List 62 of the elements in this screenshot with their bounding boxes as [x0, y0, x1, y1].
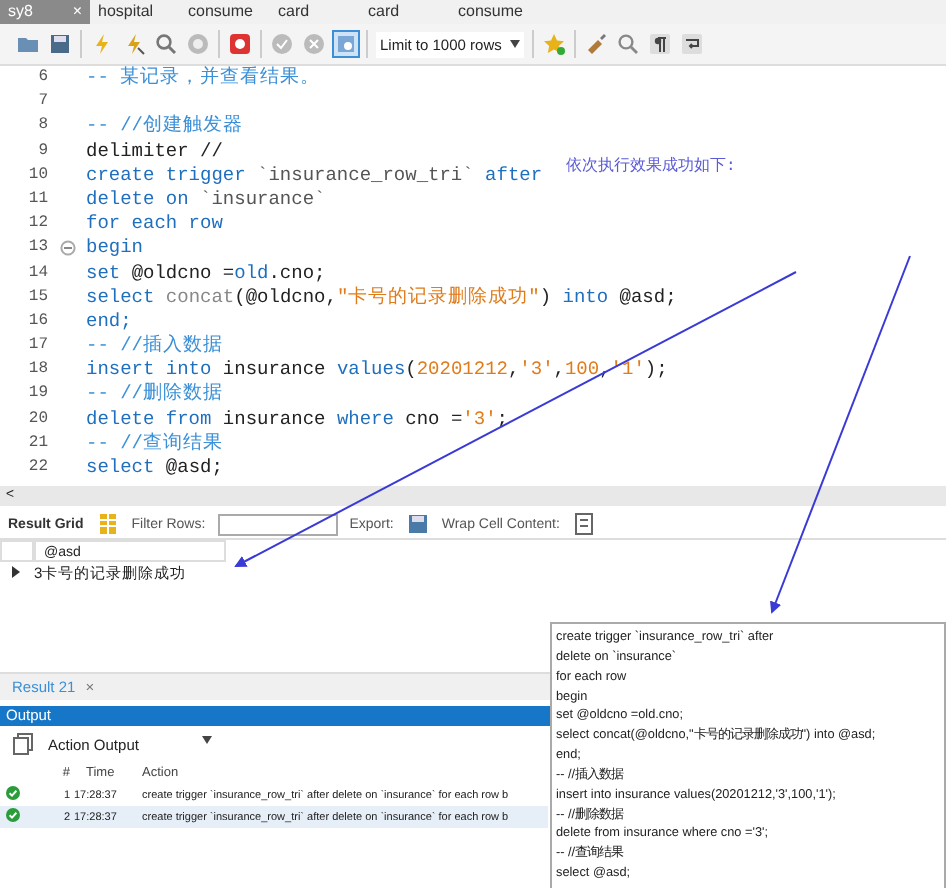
code-line: select concat(@oldcno,"卡号的记录删除成功") into @asd;	[86, 285, 677, 310]
paragraph-icon[interactable]	[648, 32, 672, 56]
magnifier-icon[interactable]	[154, 32, 178, 56]
code-line: -- //删除数据	[86, 382, 224, 408]
copy-icon[interactable]	[12, 732, 36, 757]
line-number: 12	[26, 212, 48, 237]
line-number: 13	[26, 236, 48, 261]
fold-icon[interactable]	[59, 240, 75, 257]
filter-field[interactable]	[217, 513, 338, 536]
line-number: 20	[26, 407, 48, 432]
code-line: -- //查询结果	[86, 431, 224, 457]
grid-icon[interactable]	[95, 512, 120, 537]
line-number: 19	[26, 382, 48, 407]
code-line: -- 某记录，并查看结果。	[86, 66, 321, 91]
line-number: 17	[26, 334, 48, 359]
cancel-circle-icon[interactable]	[302, 32, 326, 56]
line-number: 8	[36, 114, 48, 139]
code-line: for each row	[86, 212, 223, 237]
line-number: 14	[26, 261, 48, 285]
autocommit-icon[interactable]	[334, 32, 358, 56]
line-number: 18	[26, 358, 48, 383]
line-number: 7	[36, 90, 48, 115]
code-line: create trigger `insurance_row_tri` after	[86, 163, 543, 188]
folder-icon[interactable]	[16, 32, 40, 56]
lightning-icon[interactable]	[90, 32, 114, 56]
row-pointer-icon	[11, 565, 19, 578]
code-line: set @oldcno =old.cno;	[86, 261, 326, 286]
code-line: select @asd;	[86, 456, 223, 481]
code-line: begin	[86, 236, 144, 262]
line-number: 21	[26, 431, 48, 456]
line-number: 22	[26, 456, 48, 480]
line-number: 9	[36, 139, 48, 164]
editor-tab[interactable]: consume	[180, 0, 270, 24]
caret-icon	[202, 735, 212, 744]
editor-tab[interactable]: card	[360, 0, 450, 24]
star-icon[interactable]	[542, 32, 566, 56]
line-number: 16	[26, 309, 48, 334]
code-line: end;	[86, 309, 132, 335]
save-icon[interactable]	[405, 512, 430, 537]
success-icon	[6, 786, 20, 801]
line-number: 15	[26, 285, 48, 310]
code-line: delete on `insurance`	[86, 187, 326, 213]
wrap-icon[interactable]	[571, 512, 596, 537]
brush-icon[interactable]	[584, 32, 608, 56]
save-icon[interactable]	[48, 32, 72, 56]
line-number: 10	[26, 163, 48, 188]
line-number: 11	[26, 187, 48, 212]
editor-tab[interactable]: hospital	[90, 0, 180, 24]
search-icon[interactable]	[616, 32, 640, 56]
check-circle-icon[interactable]	[270, 32, 294, 56]
editor-tab[interactable]: card	[270, 0, 360, 24]
code-line: -- //创建触发器	[86, 114, 244, 140]
success-icon	[6, 808, 20, 823]
code-line: delimiter //	[86, 139, 223, 164]
code-line: delete from insurance where cno ='3';	[86, 407, 508, 432]
code-line: -- //插入数据	[86, 334, 224, 359]
caret-icon	[510, 40, 520, 48]
editor-tab[interactable]: consume	[450, 0, 540, 24]
line-number: 6	[36, 66, 48, 90]
annotation-text: 依次执行效果成功如下:	[566, 155, 736, 176]
lightning-cursor-icon[interactable]	[122, 32, 146, 56]
wrap-icon[interactable]	[680, 32, 704, 56]
